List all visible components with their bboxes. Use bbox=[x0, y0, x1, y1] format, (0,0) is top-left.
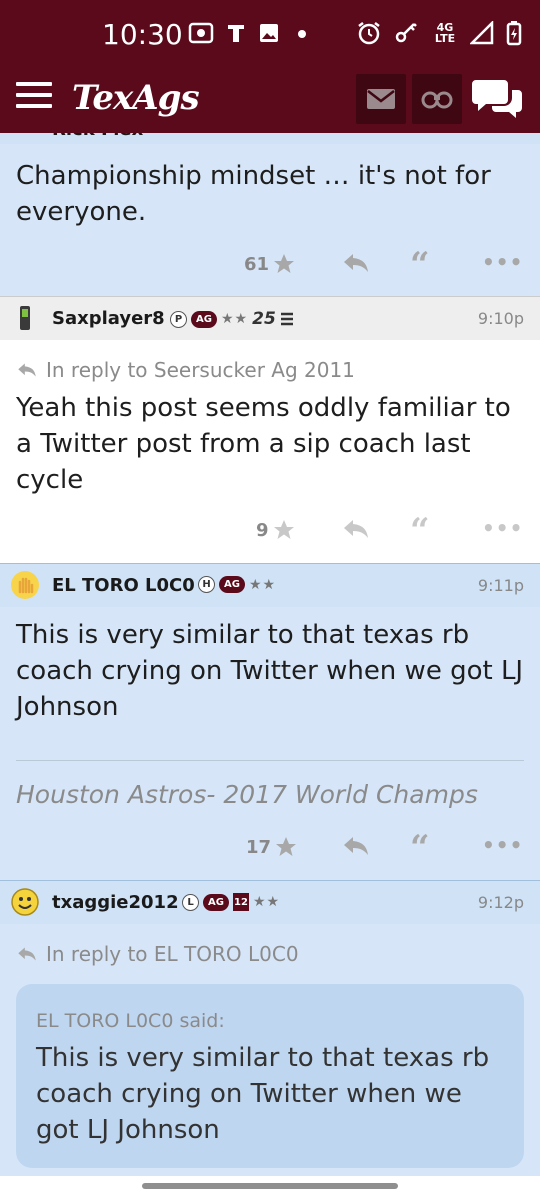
reply-to[interactable]: In reply to EL TORO L0C0 bbox=[16, 942, 299, 966]
signal-icon bbox=[470, 21, 494, 45]
badge-number: 12 bbox=[233, 893, 249, 911]
status-time: 10:30 bbox=[102, 18, 183, 51]
image-icon bbox=[260, 24, 278, 42]
post-body: Yeah this post seems oddly familiar to a… bbox=[16, 393, 511, 495]
quoted-post: EL TORO L0C0 said: This is very similar … bbox=[16, 984, 524, 1168]
post-el-toro-loco: EL TORO L0C0 H AG ★★ 9:11p This is very … bbox=[0, 563, 540, 880]
user-badges: L AG 12 ★★ bbox=[182, 893, 280, 911]
star-button[interactable]: 9 bbox=[256, 518, 297, 542]
post-author[interactable]: EL TORO L0C0 bbox=[52, 575, 195, 596]
battery-icon bbox=[506, 21, 522, 46]
post-body: This is very similar to that texas rb co… bbox=[16, 620, 524, 722]
quote-text: This is very similar to that texas rb co… bbox=[36, 1043, 490, 1145]
signature-divider bbox=[16, 760, 524, 761]
post-author[interactable]: Saxplayer8 bbox=[52, 308, 165, 329]
reply-to-text: In reply to EL TORO L0C0 bbox=[46, 942, 299, 966]
smiley-avatar-icon bbox=[11, 888, 39, 916]
reply-arrow-icon bbox=[18, 363, 36, 377]
post-author[interactable]: txaggie2012 bbox=[52, 892, 179, 913]
star-count: 9 bbox=[256, 519, 269, 541]
app-bar: TexAgs bbox=[0, 70, 540, 133]
post-txaggie2012: txaggie2012 L AG 12 ★★ 9:12p In reply to… bbox=[0, 880, 540, 1176]
post-time: 9:11p bbox=[477, 576, 524, 595]
post-header: EL TORO L0C0 H AG ★★ 9:11p bbox=[0, 563, 540, 607]
watchlist-button[interactable] bbox=[412, 74, 462, 124]
badge-ag: AG bbox=[203, 893, 229, 911]
quote-author: EL TORO L0C0 said: bbox=[36, 1010, 225, 1032]
star-icon bbox=[273, 520, 294, 539]
system-icons: 4G LTE bbox=[356, 20, 522, 46]
user-badges: P AG ★★ 25 bbox=[170, 309, 294, 329]
badge-number: 25 bbox=[252, 309, 276, 329]
reply-icon[interactable] bbox=[342, 518, 370, 540]
rating-stars: ★★ bbox=[249, 576, 277, 593]
messages-button[interactable] bbox=[356, 74, 406, 124]
post-time: 9:10p bbox=[477, 309, 524, 328]
dot-icon bbox=[298, 30, 306, 38]
post-actions: 17 “ ••• bbox=[0, 827, 540, 867]
tmobile-icon bbox=[228, 25, 244, 42]
more-icon[interactable]: ••• bbox=[482, 833, 523, 857]
reply-icon[interactable] bbox=[342, 252, 370, 274]
reply-icon[interactable] bbox=[342, 835, 370, 857]
vpn-key-icon bbox=[395, 23, 417, 43]
more-icon[interactable]: ••• bbox=[482, 516, 523, 540]
user-badges: H AG ★★ bbox=[198, 576, 276, 593]
menu-icon[interactable] bbox=[16, 82, 52, 112]
badge-letter: P bbox=[170, 310, 187, 328]
status-bar: 10:30 4G LTE bbox=[0, 0, 540, 70]
post-header: txaggie2012 L AG 12 ★★ 9:12p bbox=[0, 880, 540, 924]
post-body: Championship mindset … it's not for ever… bbox=[16, 161, 491, 227]
quote-icon[interactable]: “ bbox=[410, 248, 430, 282]
badge-letter: H bbox=[198, 576, 215, 593]
star-button[interactable]: 61 bbox=[244, 252, 297, 276]
star-icon bbox=[274, 254, 295, 273]
binoculars-icon bbox=[421, 91, 453, 109]
chat-icon[interactable] bbox=[472, 76, 524, 120]
star-count: 61 bbox=[244, 253, 270, 275]
rating-stars: ★★ bbox=[253, 894, 281, 910]
screenshot-icon bbox=[188, 22, 214, 44]
quote-icon[interactable]: “ bbox=[410, 514, 430, 548]
alarm-icon bbox=[358, 22, 380, 45]
post-signature: Houston Astros- 2017 World Champs bbox=[16, 780, 478, 809]
network-type: 4G LTE bbox=[434, 21, 456, 45]
rating-stars: ★★ bbox=[221, 311, 249, 327]
hand-avatar-icon bbox=[11, 571, 39, 599]
post-saxplayer8: Saxplayer8 P AG ★★ 25 9:10p In reply to … bbox=[0, 296, 540, 563]
more-icon[interactable]: ••• bbox=[482, 250, 523, 274]
post-actions: 9 “ ••• bbox=[0, 510, 540, 550]
reply-to-text: In reply to Seersucker Ag 2011 bbox=[46, 358, 355, 382]
phone-avatar-icon bbox=[20, 306, 30, 330]
post-actions: 61 “ ••• bbox=[0, 244, 540, 284]
texags-logo[interactable]: TexAgs bbox=[72, 78, 200, 118]
post-time: 9:12p bbox=[477, 893, 524, 912]
badge-ag: AG bbox=[191, 310, 217, 328]
home-indicator[interactable] bbox=[142, 1183, 398, 1189]
star-count: 17 bbox=[246, 836, 272, 858]
quote-icon[interactable]: “ bbox=[410, 831, 430, 865]
top-bar: 10:30 4G LTE TexAgs bbox=[0, 0, 540, 133]
reply-arrow-icon bbox=[18, 947, 36, 961]
star-button[interactable]: 17 bbox=[246, 835, 299, 859]
star-icon bbox=[276, 837, 297, 856]
badge-stripes-icon bbox=[280, 312, 293, 326]
notification-icons bbox=[188, 22, 312, 44]
reply-to[interactable]: In reply to Seersucker Ag 2011 bbox=[16, 358, 355, 382]
mail-icon bbox=[367, 89, 395, 109]
badge-letter: L bbox=[182, 893, 199, 911]
badge-ag: AG bbox=[219, 576, 245, 593]
post-header: Saxplayer8 P AG ★★ 25 9:10p bbox=[0, 296, 540, 340]
